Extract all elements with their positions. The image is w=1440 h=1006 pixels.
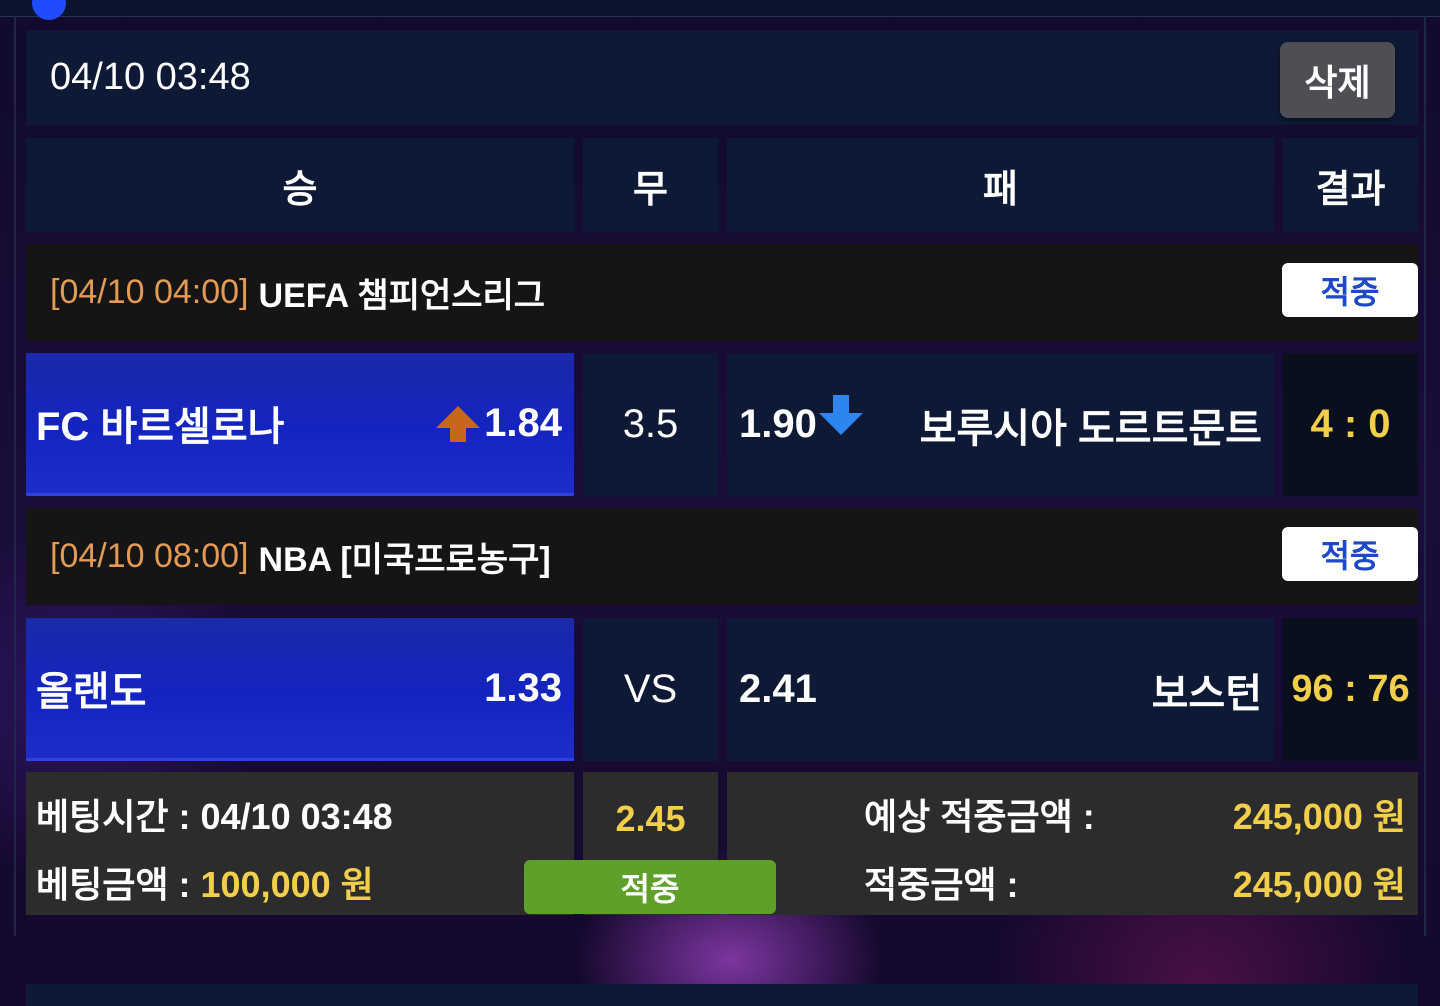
away-team-name: 보루시아 도르트문트	[919, 406, 1262, 451]
up-arrow-icon	[436, 406, 481, 442]
bet-time: 04/10 03:48	[50, 56, 251, 98]
home-team-cell[interactable]: 올랜도 1.33	[26, 618, 574, 761]
down-arrow-icon	[818, 394, 863, 435]
league-row: [04/10 08:00] NBA [미국프로농구]	[26, 508, 1418, 605]
away-odds: 2.41	[739, 667, 817, 711]
bet-time-row: 베팅시간 : 04/10 03:48	[36, 788, 393, 840]
frame-border-left	[14, 16, 16, 936]
frame-border-right	[1424, 16, 1426, 936]
hit-status-badge: 적중	[1282, 527, 1418, 581]
league-row: [04/10 04:00] UEFA 챔피언스리그	[26, 244, 1418, 341]
match-score: 96 : 76	[1283, 618, 1418, 761]
draw-odds-cell[interactable]: 3.5	[583, 353, 718, 496]
column-header-draw: 무	[583, 138, 718, 232]
home-odds-group: 1.84	[436, 401, 562, 446]
won-amount-label: 적중금액 :	[864, 864, 1019, 905]
bet-time-label: 베팅시간 :	[36, 796, 191, 837]
draw-odds-cell[interactable]: VS	[583, 618, 718, 761]
total-odds: 2.45	[615, 798, 686, 839]
away-odds: 1.90	[739, 402, 817, 446]
bet-amount-value: 100,000 원	[200, 864, 374, 905]
bet-slip-header: 04/10 03:48	[26, 30, 1418, 125]
match-score: 4 : 0	[1283, 353, 1418, 496]
away-team-name: 보스턴	[1151, 671, 1262, 716]
home-team-name: 올랜도	[36, 670, 147, 714]
league-name: UEFA 챔피언스리그	[258, 277, 546, 315]
bet-amount-row: 베팅금액 : 100,000 원	[36, 856, 374, 908]
column-header-win: 승	[26, 138, 574, 232]
away-odds-group: 1.90	[739, 394, 863, 447]
match-datetime: [04/10 08:00]	[50, 537, 249, 575]
column-header-result: 결과	[1283, 138, 1418, 232]
league-name: NBA [미국프로농구]	[258, 541, 551, 579]
next-slip-header	[26, 984, 1418, 1006]
away-team-cell[interactable]: 1.90 보루시아 도르트문트	[727, 353, 1274, 496]
top-bar	[0, 0, 1440, 17]
bet-result-badge: 적중	[524, 860, 776, 914]
home-team-name: FC 바르셀로나	[36, 405, 285, 449]
won-amount-value: 245,000 원	[1232, 864, 1406, 905]
delete-button[interactable]: 삭제	[1280, 42, 1395, 118]
expected-win-label: 예상 적중금액 :	[864, 796, 1095, 837]
column-header-lose: 패	[727, 138, 1274, 232]
home-odds: 1.84	[484, 400, 562, 445]
home-team-cell[interactable]: FC 바르셀로나 1.84	[26, 353, 574, 496]
match-datetime: [04/10 04:00]	[50, 273, 249, 311]
expected-win-value: 245,000 원	[1232, 796, 1406, 837]
bet-time-value: 04/10 03:48	[200, 796, 393, 837]
away-team-cell[interactable]: 2.41 보스턴	[727, 618, 1274, 761]
home-odds: 1.33	[484, 665, 562, 710]
scroll-indicator-dot	[32, 0, 66, 20]
bet-amount-label: 베팅금액 :	[36, 864, 191, 905]
hit-status-badge: 적중	[1282, 263, 1418, 317]
